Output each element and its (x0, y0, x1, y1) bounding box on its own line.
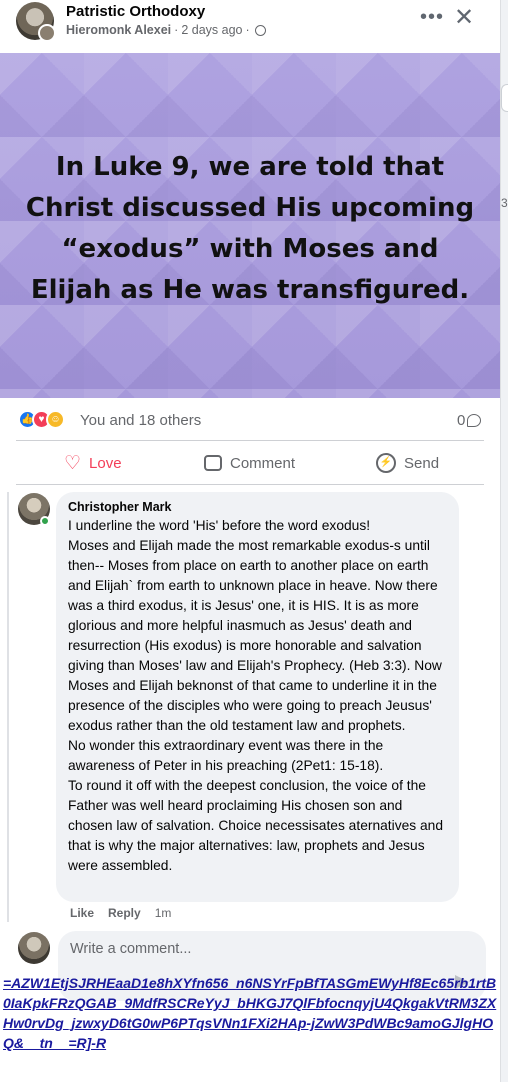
messenger-icon: ⚡ (376, 453, 396, 473)
close-icon[interactable]: ✕ (454, 4, 474, 32)
background-edge-text: 3 (501, 196, 508, 210)
write-comment-placeholder: Write a comment... (70, 941, 192, 957)
post-meta: Hieromonk Alexei · 2 days ago · (66, 23, 266, 37)
divider-top (16, 440, 484, 441)
comment-count[interactable]: 0 (457, 412, 482, 429)
comment-text: I underline the word 'His' before the wo… (68, 518, 444, 873)
background-bubble (501, 84, 508, 112)
reaction-icons[interactable]: 👍 ♥ ☺ (18, 410, 65, 429)
comment-bubble: Christopher Mark I underline the word 'H… (56, 492, 459, 902)
current-user-avatar[interactable] (18, 932, 50, 964)
post-image[interactable]: In Luke 9, we are told that Christ discu… (0, 53, 500, 398)
care-reaction-icon: ☺ (46, 410, 65, 429)
send-button[interactable]: ⚡ Send (376, 450, 439, 476)
comment-actions: Like Reply 1m (70, 906, 171, 920)
post-panel: Patristic Orthodoxy Hieromonk Alexei · 2… (0, 0, 500, 1082)
post-time[interactable]: 2 days ago (181, 23, 242, 37)
online-status-dot (40, 516, 50, 526)
reaction-summary[interactable]: You and 18 others (80, 412, 201, 429)
comment-reply-button[interactable]: Reply (108, 906, 141, 920)
comment-bubble-icon (467, 414, 482, 427)
author-avatar (38, 24, 56, 42)
love-button[interactable]: ♡ Love (64, 450, 122, 476)
post-header: Patristic Orthodoxy Hieromonk Alexei · 2… (0, 0, 500, 52)
commenter-name[interactable]: Christopher Mark (68, 499, 447, 515)
comment-time[interactable]: 1m (155, 906, 172, 920)
comment-button[interactable]: Comment (204, 450, 295, 476)
heart-icon: ♡ (64, 452, 82, 474)
divider-bottom (16, 484, 484, 485)
send-label: Send (404, 454, 440, 472)
more-options-icon[interactable]: ••• (420, 6, 444, 29)
background-edge (500, 0, 508, 1082)
image-quote-text: In Luke 9, we are told that Christ discu… (25, 152, 475, 305)
love-label: Love (89, 454, 122, 472)
globe-icon (254, 24, 266, 36)
meta-separator: · (174, 23, 179, 37)
comment-label: Comment (230, 454, 296, 472)
author-name[interactable]: Hieromonk Alexei (66, 23, 171, 37)
comment-count-value: 0 (457, 412, 466, 429)
page-name[interactable]: Patristic Orthodoxy (66, 3, 205, 20)
thread-line (7, 492, 9, 922)
meta-separator-2: · (245, 23, 250, 37)
comment-icon (204, 455, 222, 471)
page-avatar[interactable] (16, 2, 56, 42)
url-overlay-text[interactable]: =AZW1EtjSJRHEaaD1e8hXYfn656_n6NSYrFpBfTA… (3, 973, 503, 1053)
comment-like-button[interactable]: Like (70, 906, 94, 920)
